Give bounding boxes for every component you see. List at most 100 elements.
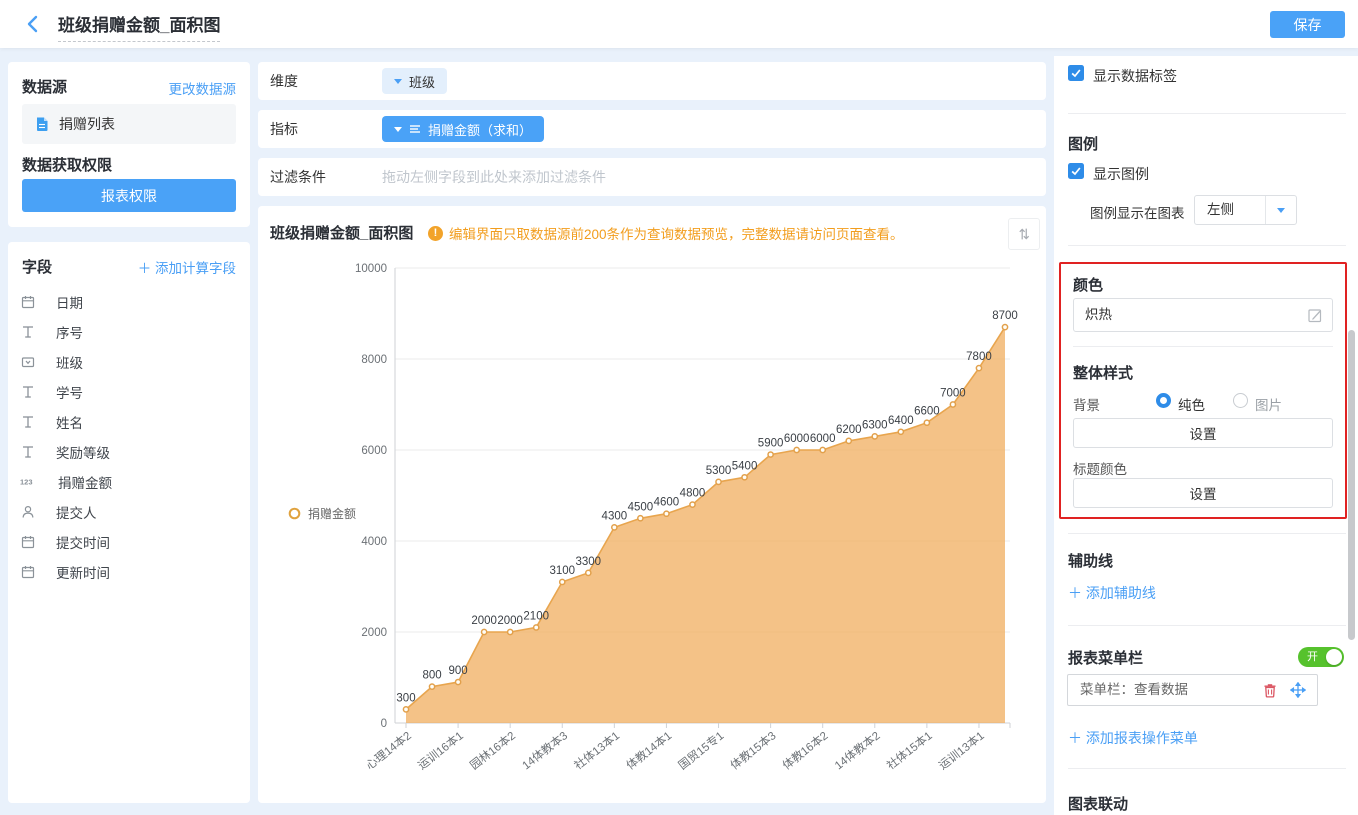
data-point-marker[interactable] [403, 707, 408, 712]
field-item-2[interactable]: 班级 [8, 347, 250, 377]
metric-tag[interactable]: 捐赠金额（求和） [382, 116, 544, 142]
data-point-marker[interactable] [508, 629, 513, 634]
save-button[interactable]: 保存 [1270, 11, 1345, 38]
field-item-0[interactable]: 日期 [8, 287, 250, 317]
x-axis-tick-label: 运训13本1 [936, 728, 987, 772]
edit-icon[interactable] [1307, 307, 1323, 323]
data-point-label: 4600 [654, 497, 680, 509]
add-calc-field-link[interactable]: ＋ 添加计算字段 [138, 257, 236, 277]
data-point-marker[interactable] [820, 447, 825, 452]
background-solid-label[interactable]: 纯色 [1178, 394, 1205, 414]
filter-placeholder: 拖动左侧字段到此处来添加过滤条件 [382, 158, 606, 196]
show-legend-checkbox[interactable] [1068, 163, 1084, 179]
data-point-marker[interactable] [586, 570, 591, 575]
report-permission-button[interactable]: 报表权限 [22, 179, 236, 212]
divider [1073, 346, 1333, 347]
field-item-4[interactable]: 姓名 [8, 407, 250, 437]
data-point-marker[interactable] [690, 502, 695, 507]
page-title: 班级捐赠金额_面积图 [58, 11, 220, 42]
chevron-down-icon [394, 79, 402, 84]
data-point-label: 7000 [940, 388, 966, 400]
data-point-marker[interactable] [664, 511, 669, 516]
data-point-marker[interactable] [455, 679, 460, 684]
trash-icon[interactable] [1262, 682, 1278, 698]
field-item-6[interactable]: 123捐赠金额 [8, 467, 250, 497]
background-image-radio[interactable] [1233, 393, 1248, 408]
data-point-marker[interactable] [846, 438, 851, 443]
data-point-marker[interactable] [638, 516, 643, 521]
plus-icon: ＋ [1068, 585, 1086, 601]
divider [1068, 533, 1346, 534]
add-guideline-link[interactable]: ＋ 添加辅助线 [1068, 583, 1156, 603]
data-point-marker[interactable] [794, 447, 799, 452]
data-point-marker[interactable] [976, 366, 981, 371]
text-icon [20, 324, 46, 340]
x-axis-tick-label: 社体15本1 [884, 728, 935, 772]
x-axis-tick-label: 14体教本3 [519, 728, 570, 772]
menu-item-row[interactable]: 菜单栏：查看数据 [1067, 674, 1318, 706]
y-axis-tick-label: 8000 [361, 354, 387, 366]
data-point-label: 6000 [810, 433, 836, 445]
area-series-fill [406, 327, 1005, 723]
data-point-marker[interactable] [612, 525, 617, 530]
field-label: 捐赠金额 [58, 472, 112, 492]
background-solid-radio[interactable] [1156, 393, 1171, 408]
title-color-set-button[interactable]: 设置 [1073, 478, 1333, 508]
dimension-tag[interactable]: 班级 [382, 68, 447, 94]
legend-position-select[interactable]: 左侧 [1194, 195, 1297, 225]
divider [1068, 245, 1346, 246]
data-point-marker[interactable] [534, 625, 539, 630]
person-icon [20, 504, 46, 520]
scrollbar[interactable] [1348, 330, 1355, 640]
text-icon [20, 444, 46, 460]
metric-tag-label: 捐赠金额（求和） [428, 120, 532, 139]
show-data-label-text: 显示数据标签 [1093, 66, 1177, 86]
field-label: 日期 [56, 292, 83, 312]
add-report-menu-link[interactable]: ＋ 添加报表操作菜单 [1068, 728, 1198, 748]
divider [1068, 113, 1346, 114]
data-point-marker[interactable] [950, 402, 955, 407]
color-theme-input[interactable]: 炽热 [1073, 298, 1333, 332]
x-axis-tick-label: 体教14本1 [623, 728, 674, 772]
datasource-panel: 数据源 更改数据源 捐赠列表 数据获取权限 报表权限 [8, 62, 250, 227]
x-axis-tick-label: 国贸15专1 [675, 728, 726, 772]
permission-title: 数据获取权限 [22, 154, 112, 175]
background-set-button[interactable]: 设置 [1073, 418, 1333, 448]
data-point-marker[interactable] [560, 579, 565, 584]
data-point-label: 2100 [523, 610, 549, 622]
data-point-label: 6300 [862, 419, 888, 431]
field-item-7[interactable]: 提交人 [8, 497, 250, 527]
change-datasource-link[interactable]: 更改数据源 [169, 78, 237, 98]
legend-section-title: 图例 [1068, 133, 1098, 154]
background-image-label[interactable]: 图片 [1255, 394, 1282, 414]
color-section-highlight: 颜色 炽热 整体样式 背景 纯色 图片 设置 标题颜色 设置 [1059, 262, 1347, 519]
filter-row[interactable]: 过滤条件 拖动左侧字段到此处来添加过滤条件 [258, 158, 1046, 196]
field-list: 日期序号班级学号姓名奖励等级123捐赠金额提交人提交时间更新时间 [8, 287, 250, 587]
data-point-marker[interactable] [716, 479, 721, 484]
data-point-marker[interactable] [924, 420, 929, 425]
data-point-marker[interactable] [482, 629, 487, 634]
field-item-5[interactable]: 奖励等级 [8, 437, 250, 467]
datasource-name: 捐赠列表 [59, 114, 115, 134]
data-point-marker[interactable] [898, 429, 903, 434]
x-axis-tick-label: 园林16本2 [467, 728, 518, 772]
field-item-9[interactable]: 更新时间 [8, 557, 250, 587]
data-point-marker[interactable] [429, 684, 434, 689]
style-section-title: 整体样式 [1073, 362, 1133, 383]
data-point-marker[interactable] [742, 475, 747, 480]
menu-toggle[interactable]: 开 [1298, 647, 1344, 667]
data-point-marker[interactable] [1002, 325, 1007, 330]
field-item-1[interactable]: 序号 [8, 317, 250, 347]
move-icon[interactable] [1290, 682, 1306, 698]
settings-panel: 显示数据标签 图例 显示图例 图例显示在图表 左侧 颜色 炽热 整体样式 背景 … [1054, 56, 1358, 815]
back-icon[interactable] [24, 14, 44, 34]
field-item-8[interactable]: 提交时间 [8, 527, 250, 557]
metric-label: 指标 [270, 110, 298, 148]
data-point-label: 4300 [602, 510, 628, 522]
show-data-label-checkbox[interactable] [1068, 65, 1084, 81]
field-item-3[interactable]: 学号 [8, 377, 250, 407]
data-point-marker[interactable] [768, 452, 773, 457]
datasource-item[interactable]: 捐赠列表 [22, 104, 236, 144]
data-point-marker[interactable] [872, 434, 877, 439]
calendar-icon [20, 534, 46, 550]
